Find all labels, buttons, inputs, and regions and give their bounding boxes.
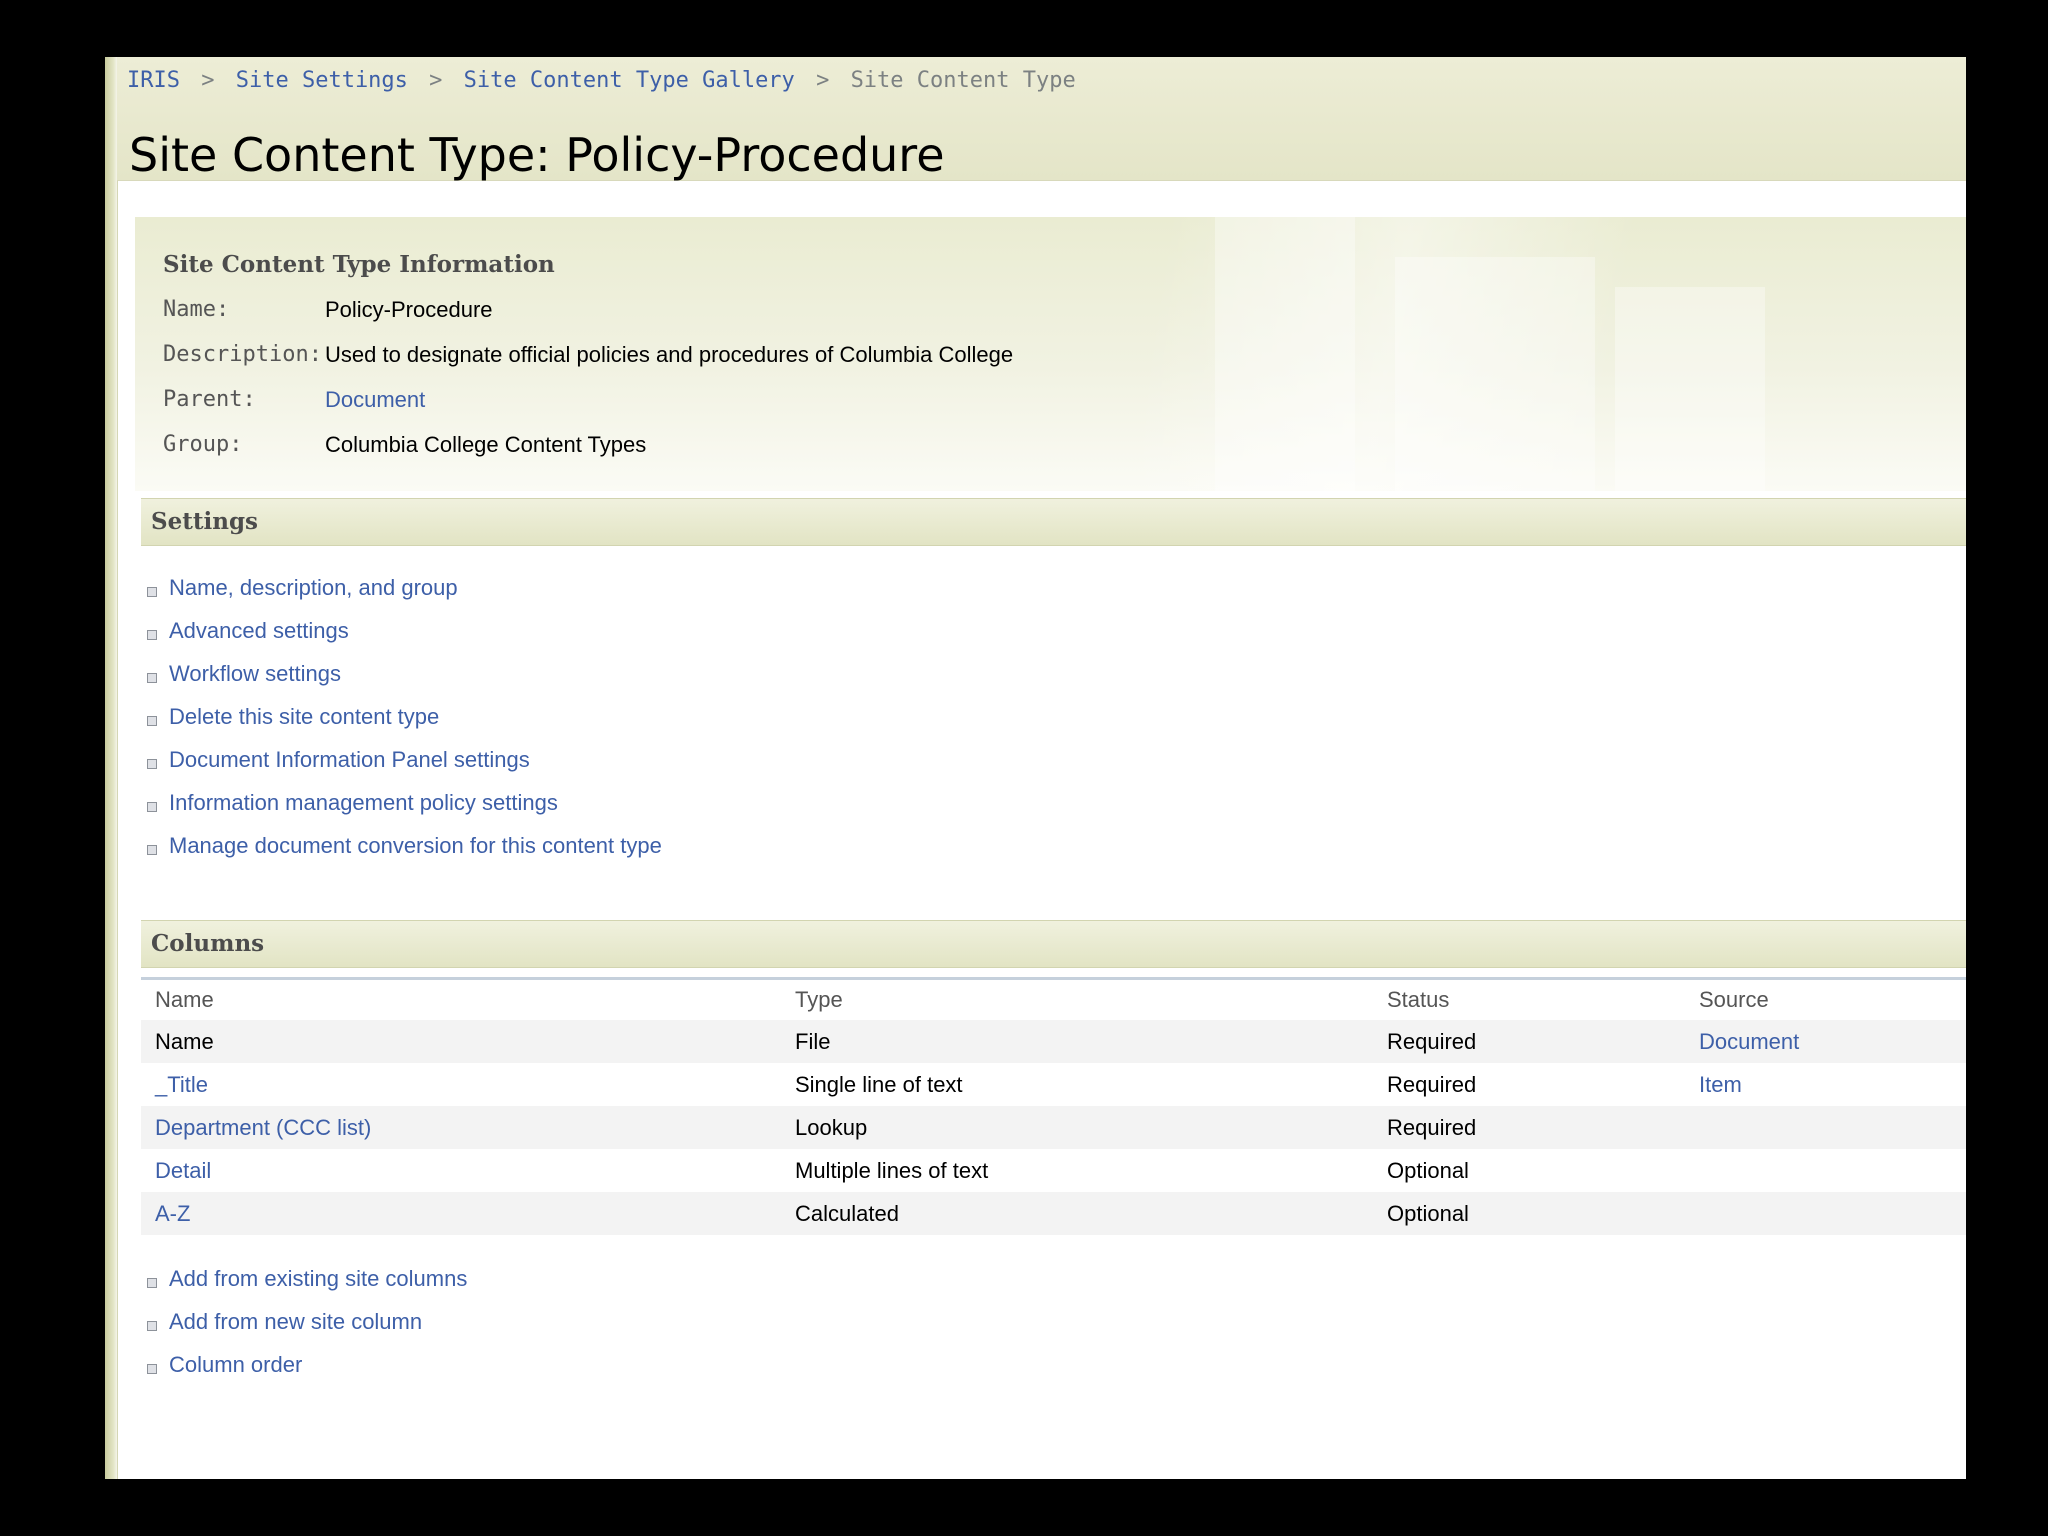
column-header-source: Source xyxy=(1685,977,1966,1020)
name-value: Policy-Procedure xyxy=(325,297,493,322)
name-label: Name: xyxy=(163,297,230,322)
title-area: IRIS > Site Settings > Site Content Type… xyxy=(117,57,1966,182)
app-window: IRIS > Site Settings > Site Content Type… xyxy=(105,57,1966,1479)
parent-link[interactable]: Document xyxy=(325,387,425,413)
cell-source xyxy=(1685,1106,1966,1149)
cell-type: Multiple lines of text xyxy=(795,1157,989,1183)
cell-type: Single line of text xyxy=(795,1071,963,1097)
breadcrumb-link-site-settings[interactable]: Site Settings xyxy=(236,68,408,93)
cell-status: Required xyxy=(1387,1071,1477,1097)
column-header-type: Type xyxy=(781,977,1373,1020)
square-bullet-icon xyxy=(147,673,157,683)
cell-name-link[interactable]: Detail xyxy=(141,1149,781,1192)
cell-source-link[interactable]: Item xyxy=(1685,1063,1966,1106)
square-bullet-icon xyxy=(147,587,157,597)
table-row: A-Z Calculated Optional xyxy=(141,1192,1966,1235)
square-bullet-icon xyxy=(147,716,157,726)
settings-link-delete-content-type[interactable]: Delete this site content type xyxy=(169,704,439,730)
settings-link-advanced[interactable]: Advanced settings xyxy=(169,618,349,644)
columns-table: Name Type Status Source Name File Requir… xyxy=(141,977,1966,1235)
parent-label: Parent: xyxy=(163,387,256,412)
decorative-background xyxy=(1615,287,1765,491)
settings-link-workflow[interactable]: Workflow settings xyxy=(169,661,341,687)
page-title: Site Content Type: Policy-Procedure xyxy=(129,127,945,182)
info-title: Site Content Type Information xyxy=(163,251,555,278)
add-existing-site-columns-link[interactable]: Add from existing site columns xyxy=(169,1266,467,1292)
group-value: Columbia College Content Types xyxy=(325,432,647,457)
group-label: Group: xyxy=(163,432,243,457)
settings-link-document-conversion[interactable]: Manage document conversion for this cont… xyxy=(169,833,662,859)
settings-link-document-information-panel[interactable]: Document Information Panel settings xyxy=(169,747,530,773)
cell-source xyxy=(1685,1149,1966,1192)
cell-type: Lookup xyxy=(781,1106,1373,1149)
column-header-status: Status xyxy=(1373,977,1685,1020)
square-bullet-icon xyxy=(147,630,157,640)
cell-status: Optional xyxy=(1373,1192,1685,1235)
decorative-background xyxy=(1215,217,1355,491)
settings-link-information-management-policy[interactable]: Information management policy settings xyxy=(169,790,558,816)
content-type-info-panel: Site Content Type Information Name: Poli… xyxy=(135,217,1966,491)
cell-name-link[interactable]: Department (CCC list) xyxy=(141,1106,781,1149)
table-row: _Title Single line of text Required Item xyxy=(141,1063,1966,1106)
breadcrumb-current: Site Content Type xyxy=(850,68,1076,93)
cell-status: Optional xyxy=(1387,1157,1469,1183)
square-bullet-icon xyxy=(147,759,157,769)
breadcrumb-separator: > xyxy=(201,68,215,93)
cell-source-link[interactable]: Document xyxy=(1685,1020,1966,1063)
columns-header-label: Columns xyxy=(151,930,265,957)
square-bullet-icon xyxy=(147,1321,157,1331)
table-row: Department (CCC list) Lookup Required xyxy=(141,1106,1966,1149)
add-new-site-column-link[interactable]: Add from new site column xyxy=(169,1309,422,1335)
cell-name-link[interactable]: A-Z xyxy=(141,1192,781,1235)
cell-name: Name xyxy=(141,1020,781,1063)
settings-link-name-description-group[interactable]: Name, description, and group xyxy=(169,575,458,601)
square-bullet-icon xyxy=(147,1278,157,1288)
cell-status: Required xyxy=(1373,1020,1685,1063)
description-value: Used to designate official policies and … xyxy=(325,342,1014,367)
breadcrumb: IRIS > Site Settings > Site Content Type… xyxy=(127,68,1076,93)
settings-header-label: Settings xyxy=(151,508,258,535)
column-order-link[interactable]: Column order xyxy=(169,1352,302,1378)
square-bullet-icon xyxy=(147,802,157,812)
settings-header: Settings xyxy=(141,498,1966,546)
breadcrumb-link-iris[interactable]: IRIS xyxy=(127,68,180,93)
columns-header: Columns xyxy=(141,920,1966,968)
column-header-name: Name xyxy=(141,977,781,1020)
breadcrumb-link-content-type-gallery[interactable]: Site Content Type Gallery xyxy=(464,68,795,93)
square-bullet-icon xyxy=(147,845,157,855)
table-row: Name File Required Document xyxy=(141,1020,1966,1063)
cell-source xyxy=(1685,1192,1966,1235)
table-row: Detail Multiple lines of text Optional xyxy=(141,1149,1966,1192)
cell-name-link[interactable]: _Title xyxy=(141,1063,781,1106)
cell-type: File xyxy=(781,1020,1373,1063)
breadcrumb-separator: > xyxy=(429,68,443,93)
left-border xyxy=(105,57,118,1479)
table-header-row: Name Type Status Source xyxy=(141,977,1966,1020)
breadcrumb-separator: > xyxy=(816,68,830,93)
decorative-background xyxy=(1395,257,1595,491)
cell-type: Calculated xyxy=(781,1192,1373,1235)
square-bullet-icon xyxy=(147,1364,157,1374)
description-label: Description: xyxy=(163,342,322,367)
cell-status: Required xyxy=(1373,1106,1685,1149)
